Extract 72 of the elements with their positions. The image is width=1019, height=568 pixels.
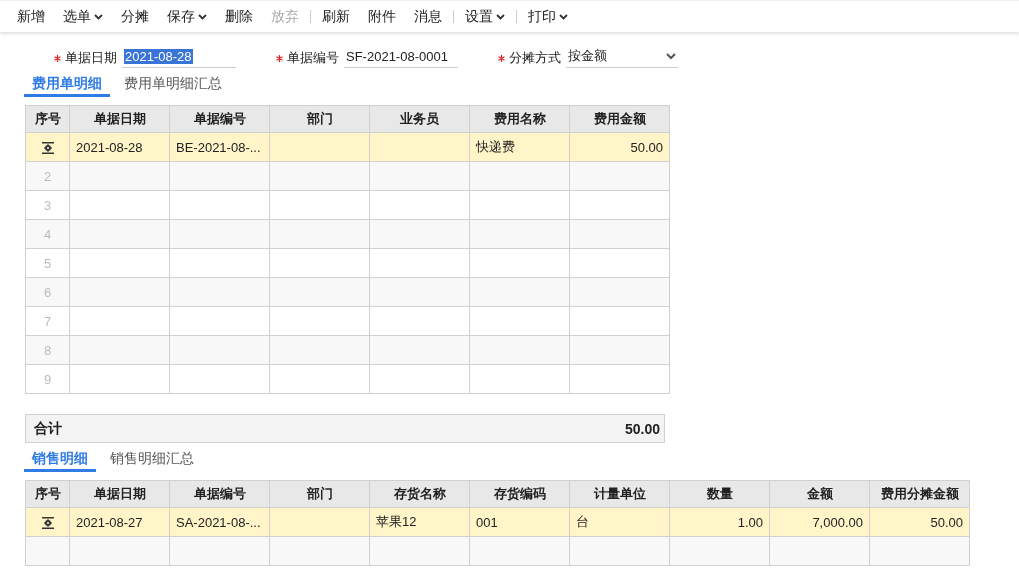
field-label: 单据编号 [276, 48, 339, 68]
toolbar-button[interactable]: 删除 [216, 4, 262, 29]
table-cell: 1.00 [669, 507, 770, 537]
row-number-cell: 5 [25, 248, 70, 278]
required-icon [498, 54, 505, 62]
row-number-cell: 2 [25, 161, 70, 191]
row-number-cell: 4 [25, 219, 70, 249]
column-header[interactable]: 单据日期 [69, 480, 170, 508]
tab[interactable]: 费用单明细汇总 [116, 73, 230, 97]
table-row[interactable]: 2021-08-28 BE-2021-08-... 快递费 50.00 [25, 132, 670, 162]
toolbar-button[interactable]: 新增 [8, 4, 54, 29]
column-header[interactable]: 费用金额 [569, 105, 670, 133]
table-cell: 快递费 [469, 132, 570, 162]
caret-icon [198, 13, 207, 20]
column-header[interactable]: 费用分摊金额 [869, 480, 970, 508]
column-header[interactable]: 单据编号 [169, 480, 270, 508]
gear-icon [40, 515, 55, 530]
column-header[interactable]: 单据编号 [169, 105, 270, 133]
total-value: 50.00 [624, 420, 660, 437]
toolbar-button[interactable]: 消息 [405, 4, 451, 29]
table-cell: BE-2021-08-... [169, 132, 270, 162]
table-cell: 台 [569, 507, 670, 537]
required-icon [54, 54, 61, 62]
select-field[interactable]: 按金额 [566, 45, 678, 68]
input-field[interactable]: 2021-08-28 [122, 45, 236, 68]
table-cell: 001 [469, 507, 570, 537]
field-label: 单据日期 [54, 48, 117, 68]
chevron-down-icon [666, 52, 676, 60]
input-field[interactable]: SF-2021-08-0001 [344, 45, 458, 68]
column-header[interactable]: 存货名称 [369, 480, 470, 508]
table-cell: 7,000.00 [769, 507, 870, 537]
table-row[interactable]: 2021-08-27 SA-2021-08-... 苹果12 001 台 1.00 7,000.00 50.00 [25, 507, 970, 537]
row-number-cell: 7 [25, 306, 70, 336]
table-cell: 苹果12 [369, 507, 470, 537]
table-row[interactable] [25, 536, 970, 566]
row-number-cell: 8 [25, 335, 70, 365]
total-label: 合计 [34, 419, 62, 438]
column-header[interactable]: 计量单位 [569, 480, 670, 508]
column-header[interactable]: 存货编码 [469, 480, 570, 508]
column-header[interactable]: 序号 [25, 105, 70, 133]
tab[interactable]: 费用单明细 [24, 73, 110, 97]
column-header[interactable]: 部门 [269, 480, 370, 508]
column-header[interactable]: 费用名称 [469, 105, 570, 133]
column-header[interactable]: 业务员 [369, 105, 470, 133]
dropdown-button[interactable]: 设置 [456, 4, 514, 29]
table-cell: 50.00 [569, 132, 670, 162]
column-header[interactable]: 单据日期 [69, 105, 170, 133]
column-header[interactable]: 部门 [269, 105, 370, 133]
row-number-cell: 9 [25, 364, 70, 394]
column-header[interactable]: 金额 [769, 480, 870, 508]
caret-icon [559, 13, 568, 20]
dropdown-button[interactable]: 选单 [54, 4, 112, 29]
field-label: 分摊方式 [498, 48, 561, 68]
toolbar-button[interactable]: 刷新 [313, 4, 359, 29]
tab[interactable]: 销售明细 [24, 448, 96, 472]
required-icon [276, 54, 283, 62]
gear-icon [40, 140, 55, 155]
table-cell: 50.00 [869, 507, 970, 537]
table-cell: SA-2021-08-... [169, 507, 270, 537]
row-number-cell: 3 [25, 190, 70, 220]
tab[interactable]: 销售明细汇总 [102, 448, 202, 472]
table-cell: 2021-08-27 [69, 507, 170, 537]
dropdown-button[interactable]: 打印 [519, 4, 577, 29]
caret-icon [94, 13, 103, 20]
dropdown-button[interactable]: 保存 [158, 4, 216, 29]
toolbar-button[interactable]: 附件 [359, 4, 405, 29]
column-header[interactable]: 数量 [669, 480, 770, 508]
caret-icon [496, 13, 505, 20]
row-number-cell: 6 [25, 277, 70, 307]
table-cell: 2021-08-28 [69, 132, 170, 162]
toolbar-button[interactable]: 分摊 [112, 4, 158, 29]
column-header[interactable]: 序号 [25, 480, 70, 508]
